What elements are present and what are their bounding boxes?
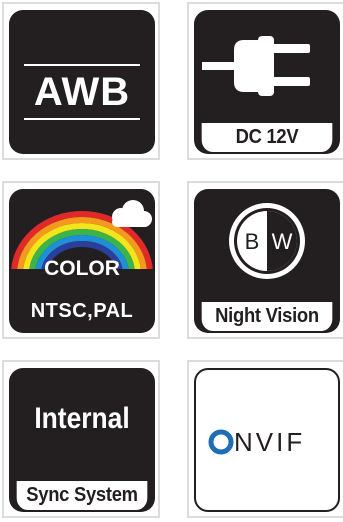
power-plug-icon [202,36,310,96]
feature-night-vision-cell: B W Night Vision [187,181,343,339]
feature-sync-cell: Internal Sync System [2,360,160,518]
feature-color-cell: COLOR NTSC,PAL [2,181,160,339]
feature-awb-cell: AWB [2,2,160,160]
color-tile: COLOR NTSC,PAL [9,189,155,333]
color-standards: NTSC,PAL [30,300,134,322]
onvif-logo: NVIF [208,427,305,457]
awb-icon: AWB [9,10,155,154]
color-title: COLOR [44,257,120,280]
night-vision-tile: B W Night Vision [194,189,340,333]
awb-bottom-rule [24,118,140,120]
cloud-icon [112,200,152,227]
sync-system-label: Sync System [16,481,148,510]
onvif-wordmark: NVIF [234,427,305,457]
feature-dc-cell: DC 12V [187,2,343,160]
badge-letter-b: B [245,229,260,254]
dc-voltage-label: DC 12V [201,123,333,152]
feature-onvif-cell: NVIF [187,360,343,518]
black-white-badge-icon: B W [229,203,305,279]
sync-tile: Internal Sync System [9,368,155,512]
onvif-tile: NVIF [194,368,340,512]
dc-tile: DC 12V [194,10,340,154]
awb-top-rule [24,64,140,66]
awb-label: AWB [33,70,131,114]
night-vision-label: Night Vision [201,302,333,331]
sync-title: Internal [34,402,130,435]
badge-letter-w: W [272,229,293,254]
